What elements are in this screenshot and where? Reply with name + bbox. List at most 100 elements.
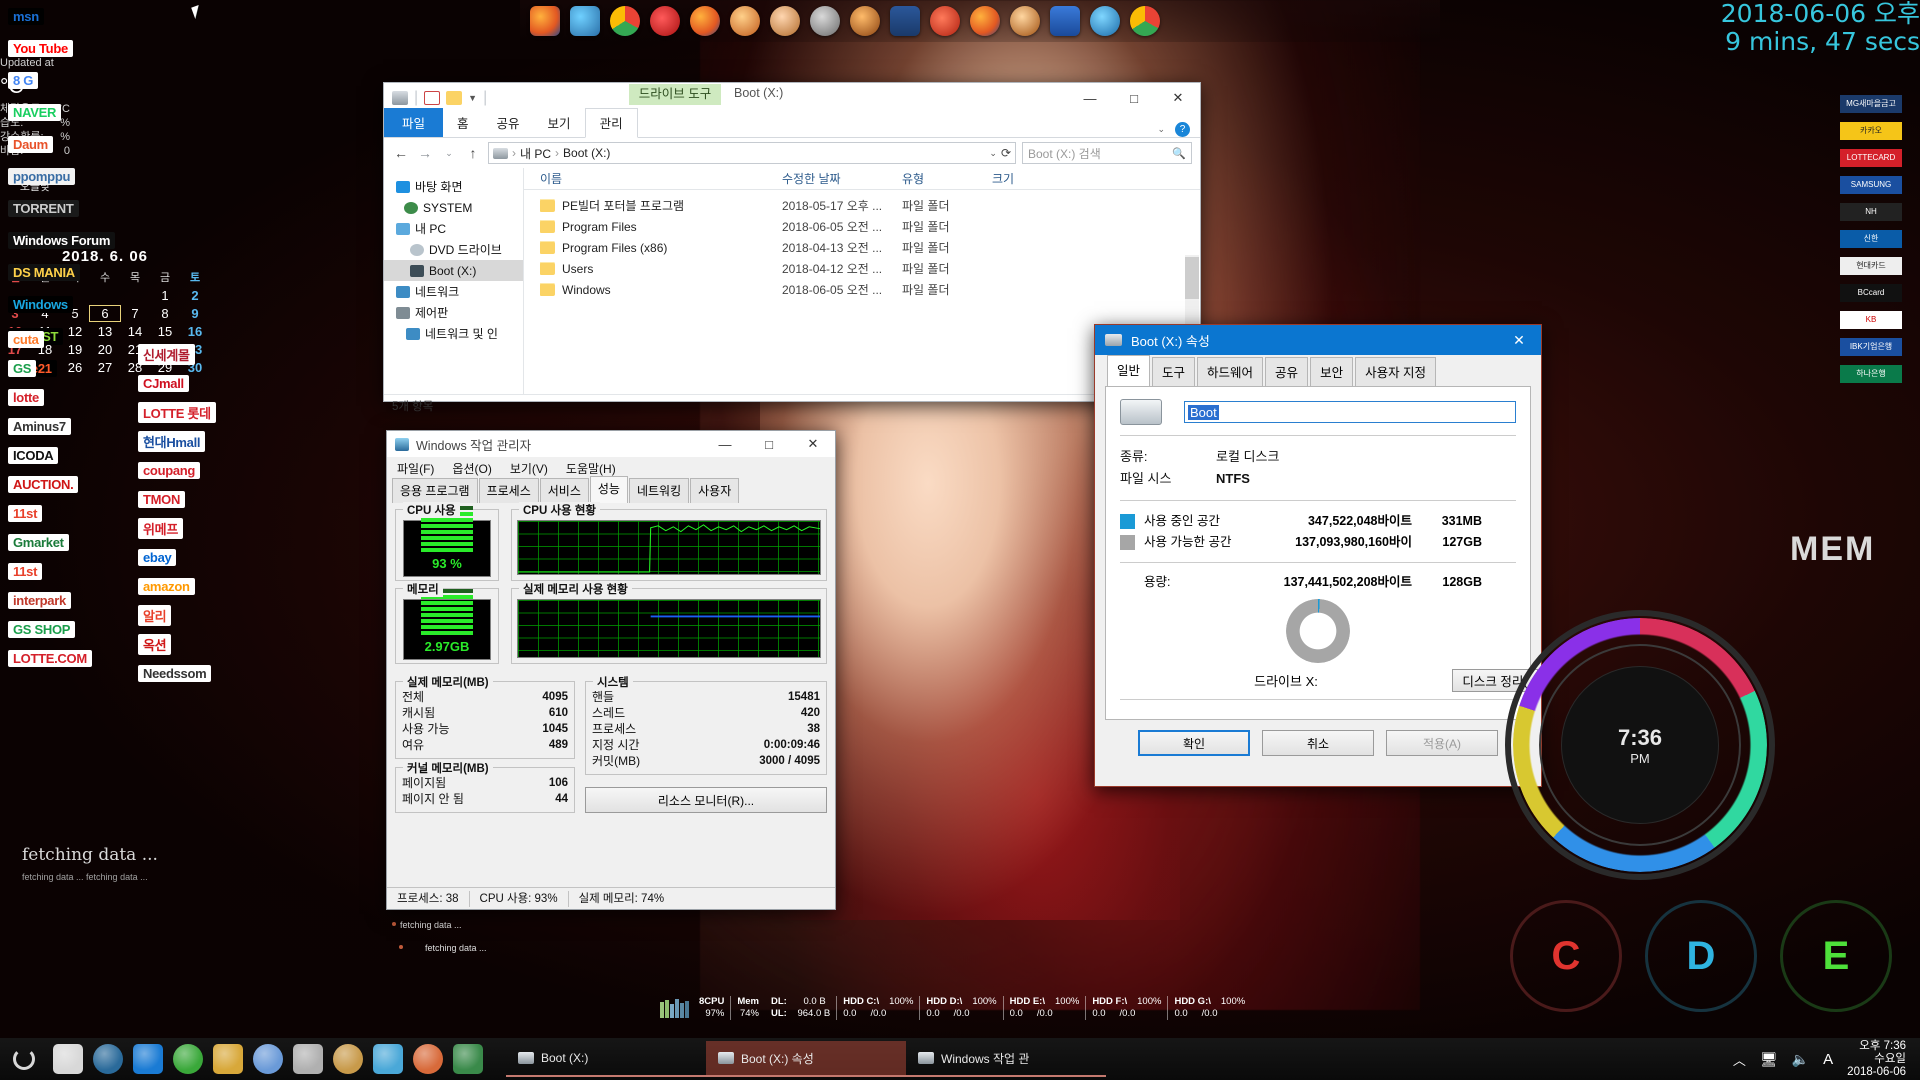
explorer-address-bar[interactable]: ← → ⌄ ↑ › 내 PC › Boot (X:) ⌄ ⟳ Boot (X:)… bbox=[384, 138, 1200, 168]
taskmgr-tabs[interactable]: 응용 프로그램 프로세스 서비스 성능 네트워킹 사용자 bbox=[387, 476, 835, 503]
properties-close-button[interactable]: ✕ bbox=[1497, 332, 1541, 349]
dock-icon-water[interactable] bbox=[1090, 6, 1120, 36]
quick-launch[interactable] bbox=[48, 1044, 488, 1074]
ribbon-collapse-icon[interactable]: ⌄ bbox=[1157, 124, 1165, 135]
bookmark-item[interactable]: 11st bbox=[8, 562, 138, 580]
chevron-down-icon[interactable]: ▼ bbox=[468, 93, 477, 103]
explorer-navigation-tree[interactable]: 바탕 화면 SYSTEM 내 PC DVD 드라이브 Boot (X:) 네트워크 제어판 네… bbox=[384, 168, 524, 394]
file-rows[interactable]: PE빌더 포터블 프로그램 2018-05-17 오후 ... 파일 폴더 Progr… bbox=[524, 190, 1200, 300]
dock-icon-firefox-2[interactable] bbox=[690, 6, 720, 36]
tree-item-0[interactable]: 바탕 화면 bbox=[384, 176, 523, 197]
shortcut-mg[interactable]: MG새마을금고 bbox=[1840, 95, 1902, 113]
table-row[interactable]: PE빌더 포터블 프로그램 2018-05-17 오후 ... 파일 폴더 bbox=[524, 195, 1200, 216]
ribbon-tab-view[interactable]: 보기 bbox=[534, 109, 585, 137]
tab-applications[interactable]: 응용 프로그램 bbox=[392, 478, 478, 503]
bookmark-item[interactable]: Windows Forum bbox=[8, 230, 128, 250]
taskbar[interactable]: Boot (X:) Boot (X:) 속성 Windows 작업 관 ︿ 🖥 🔈 … bbox=[0, 1038, 1920, 1080]
bookmark-item[interactable]: 현대Hmall bbox=[138, 430, 268, 452]
start-button[interactable] bbox=[0, 1038, 48, 1080]
bookmark-item[interactable]: Windows bbox=[8, 294, 128, 314]
column-header-size[interactable]: 크기 bbox=[992, 170, 1072, 187]
ribbon-tab-manage[interactable]: 관리 bbox=[584, 108, 638, 138]
dock-icon-chrome-2[interactable] bbox=[1130, 6, 1160, 36]
table-row[interactable]: Windows 2018-06-05 오전 ... 파일 폴더 bbox=[524, 279, 1200, 300]
recent-locations-icon[interactable]: ⌄ bbox=[440, 148, 458, 159]
dock-icon-word[interactable] bbox=[890, 6, 920, 36]
explorer-close-button[interactable]: ✕ bbox=[1156, 84, 1200, 112]
taskmgr-maximize-button[interactable]: □ bbox=[747, 430, 791, 458]
up-icon[interactable]: ↑ bbox=[464, 145, 482, 161]
chevron-up-icon[interactable]: ︿ bbox=[1733, 1050, 1746, 1069]
dock-icon-chrome[interactable] bbox=[610, 6, 640, 36]
refresh-icon[interactable]: ⟳ bbox=[1001, 146, 1011, 160]
bookmark-item[interactable]: 옥션 bbox=[138, 633, 268, 655]
tree-item-4[interactable]: Boot (X:) bbox=[384, 260, 523, 281]
bookmark-item[interactable]: TORRENT bbox=[8, 198, 128, 218]
dock-icon-browser[interactable] bbox=[730, 6, 760, 36]
calendar-day[interactable]: 2 bbox=[180, 288, 210, 303]
help-icon[interactable]: ? bbox=[1175, 122, 1190, 137]
breadcrumb-mypc[interactable]: 내 PC bbox=[520, 145, 551, 162]
system-tray[interactable]: ︿ 🖥 🔈 A 오후 7:36 수요일 2018-06-06 bbox=[1733, 1040, 1920, 1079]
media-player-icon[interactable] bbox=[93, 1044, 123, 1074]
tab-services[interactable]: 서비스 bbox=[539, 478, 589, 503]
calendar-day[interactable]: 8 bbox=[150, 306, 180, 321]
explorer-ribbon-tabs[interactable]: 파일 홈 공유 보기 관리 ⌄ ? bbox=[384, 108, 1200, 138]
shortcut-kb[interactable]: KB bbox=[1840, 311, 1902, 329]
usb-icon[interactable] bbox=[373, 1044, 403, 1074]
tab-security[interactable]: 보안 bbox=[1310, 357, 1354, 386]
column-header-type[interactable]: 유형 bbox=[902, 170, 992, 187]
properties-dialog-buttons[interactable]: 확인 취소 적용(A) bbox=[1095, 730, 1541, 756]
properties-titlebar[interactable]: Boot (X:) 속성 ✕ bbox=[1095, 325, 1541, 355]
menu-file[interactable]: 파일(F) bbox=[397, 460, 434, 477]
tab-processes[interactable]: 프로세스 bbox=[478, 478, 539, 503]
ok-button[interactable]: 확인 bbox=[1138, 730, 1250, 756]
tab-tools[interactable]: 도구 bbox=[1152, 357, 1196, 386]
dock-icon-photo[interactable] bbox=[850, 6, 880, 36]
bookmark-item[interactable]: You Tube bbox=[8, 38, 128, 58]
clover-icon[interactable] bbox=[173, 1044, 203, 1074]
bookmark-item[interactable]: lotte bbox=[8, 388, 138, 406]
calendar-day[interactable]: 9 bbox=[180, 306, 210, 321]
column-header-date[interactable]: 수정한 날짜 bbox=[782, 170, 902, 187]
bookmark-item[interactable]: 11st bbox=[8, 504, 138, 522]
table-row[interactable]: Program Files 2018-06-05 오전 ... 파일 폴더 bbox=[524, 216, 1200, 237]
bookmark-item[interactable]: amazon bbox=[138, 577, 268, 595]
bookmark-item[interactable]: ebay bbox=[138, 548, 268, 566]
task-manager-window[interactable]: Windows 작업 관리자 — □ ✕ 파일(F) 옵션(O) 보기(V) 도… bbox=[386, 430, 836, 910]
properties-tabs[interactable]: 일반 도구 하드웨어 공유 보안 사용자 지정 bbox=[1095, 355, 1541, 386]
calendar-day[interactable]: 1 bbox=[150, 288, 180, 303]
volume-icon[interactable]: 🔈 bbox=[1792, 1051, 1809, 1068]
search-input[interactable]: Boot (X:) 검색 🔍 bbox=[1022, 142, 1192, 164]
bookmark-item[interactable]: cuta bbox=[8, 330, 138, 348]
taskbar-task[interactable]: Windows 작업 관 bbox=[906, 1041, 1106, 1077]
dock-icon-media[interactable] bbox=[770, 6, 800, 36]
table-row[interactable]: Users 2018-04-12 오전 ... 파일 폴더 bbox=[524, 258, 1200, 279]
dock-icon-tool[interactable] bbox=[810, 6, 840, 36]
bookmark-item[interactable]: Daum bbox=[8, 134, 128, 154]
dock-icon-opera[interactable] bbox=[650, 6, 680, 36]
bookmark-item[interactable]: LOTTE 롯데 bbox=[138, 401, 268, 423]
ribbon-tab-home[interactable]: 홈 bbox=[443, 109, 483, 137]
column-header-name[interactable]: 이름 bbox=[524, 170, 782, 187]
bookmark-item[interactable]: msn bbox=[8, 6, 128, 26]
tab-customize[interactable]: 사용자 지정 bbox=[1355, 357, 1437, 386]
bookmark-item[interactable]: interpark bbox=[8, 591, 138, 609]
shortcut-hyundai[interactable]: 현대카드 bbox=[1840, 257, 1902, 275]
dock-icon-antivirus[interactable] bbox=[1010, 6, 1040, 36]
tree-item-6[interactable]: 제어판 bbox=[384, 302, 523, 323]
browser-icon[interactable] bbox=[413, 1044, 443, 1074]
tree-item-1[interactable]: SYSTEM bbox=[384, 197, 523, 218]
file-explorer-window[interactable]: | ▼ | 드라이브 도구 Boot (X:) — □ ✕ 파일 홈 공유 보기… bbox=[383, 82, 1201, 413]
tab-networking[interactable]: 네트워킹 bbox=[628, 478, 690, 503]
bookmark-strip-col1[interactable]: cuta GS lotte Aminus7 ICODA AUCTION. 11st Gmark… bbox=[8, 330, 138, 678]
address-dropdown-icon[interactable]: ⌄ bbox=[989, 148, 997, 159]
pen-icon[interactable] bbox=[293, 1044, 323, 1074]
ribbon-tab-share[interactable]: 공유 bbox=[483, 109, 534, 137]
dock-icon-excel[interactable] bbox=[1050, 6, 1080, 36]
tree-item-3[interactable]: DVD 드라이브 bbox=[384, 239, 523, 260]
menu-help[interactable]: 도움말(H) bbox=[566, 460, 616, 477]
bookmark-item[interactable]: 알리 bbox=[138, 604, 268, 626]
bookmark-item[interactable]: 신세계몰 bbox=[138, 343, 268, 365]
address-input[interactable]: › 내 PC › Boot (X:) ⌄ ⟳ bbox=[488, 142, 1016, 164]
